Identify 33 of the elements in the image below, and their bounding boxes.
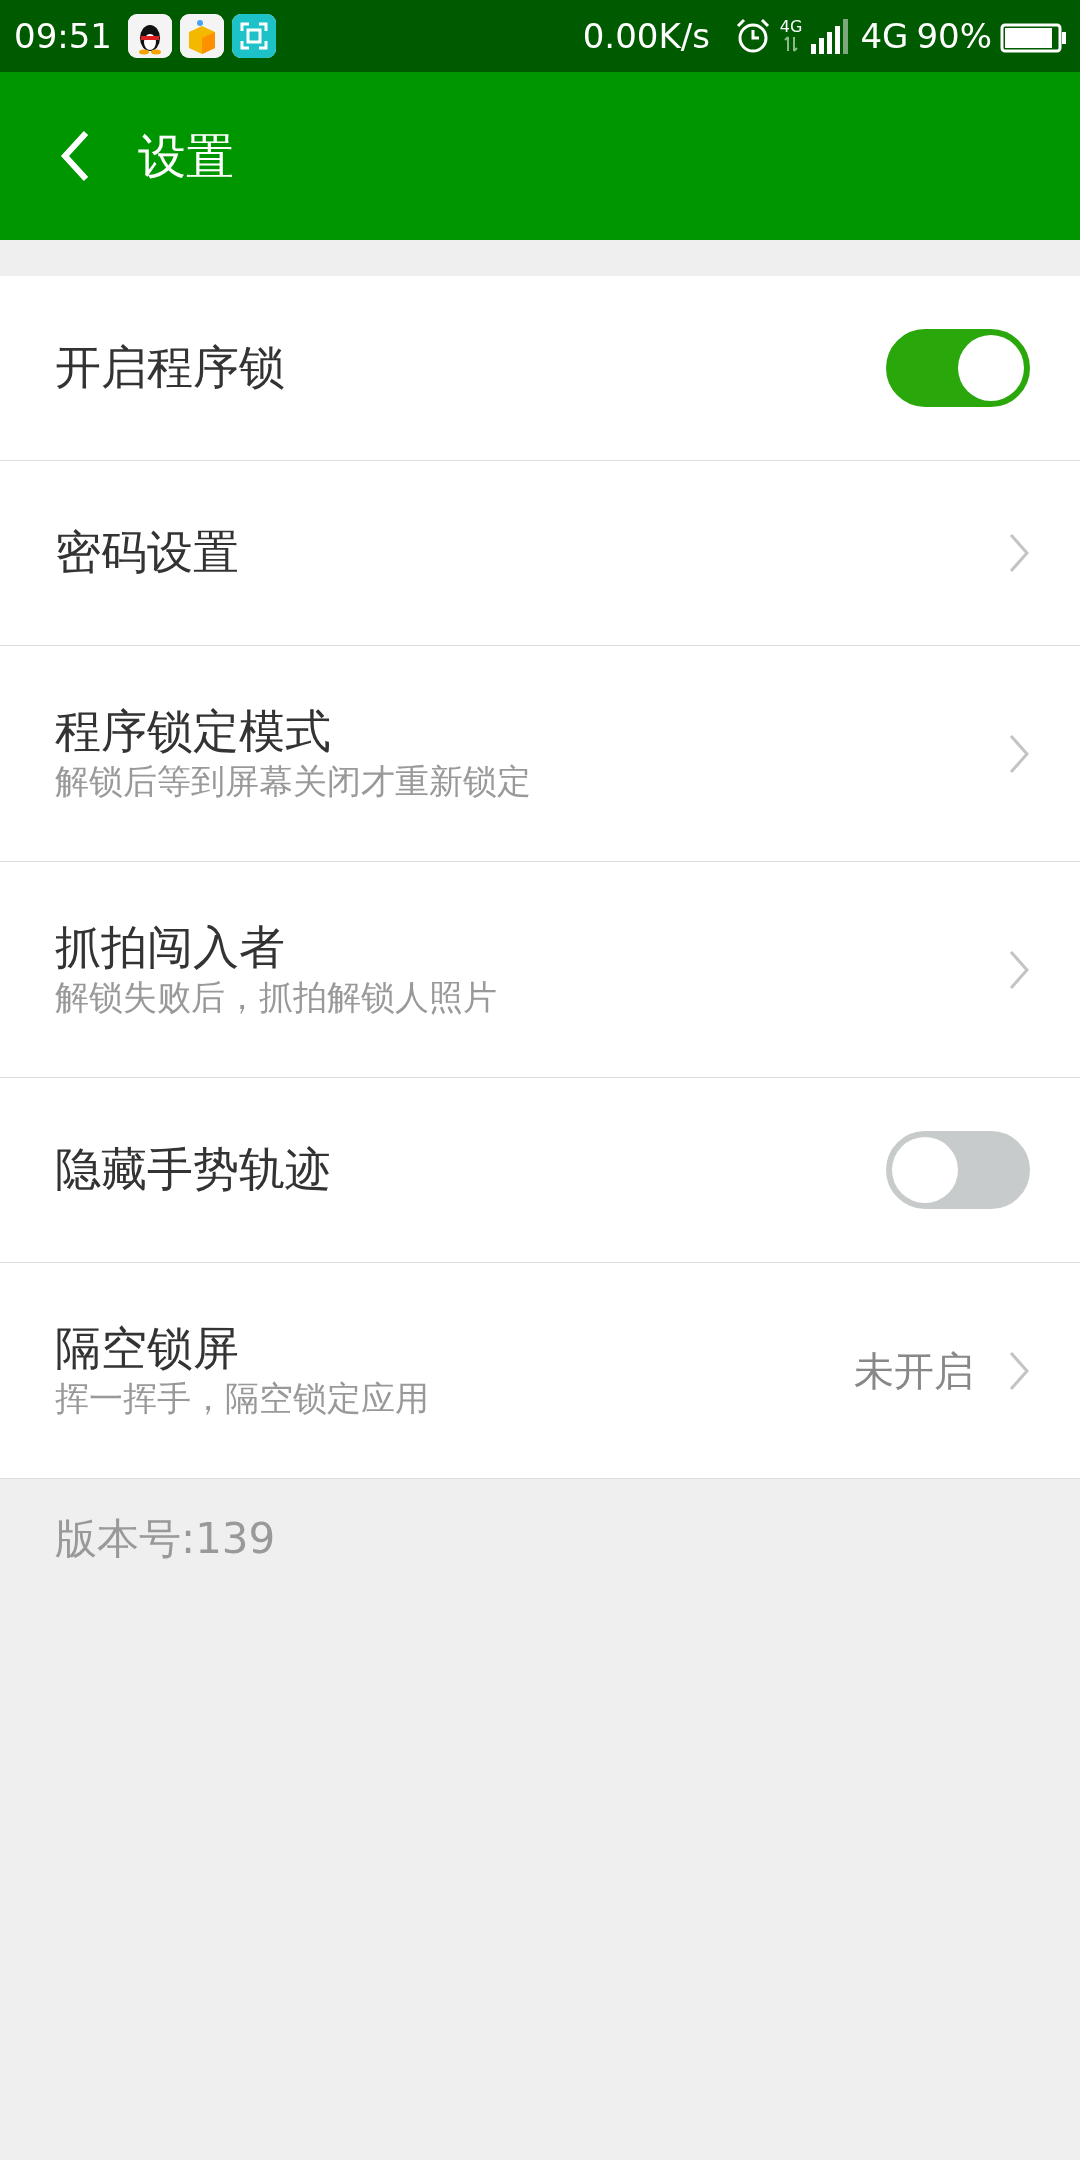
setting-title: 程序锁定模式	[55, 703, 332, 759]
settings-row[interactable]: 开启程序锁	[0, 276, 1080, 461]
setting-title: 抓拍闯入者	[55, 919, 286, 975]
settings-row[interactable]: 隐藏手势轨迹	[0, 1078, 1080, 1263]
setting-description: 解锁失败后，抓拍解锁人照片	[55, 976, 498, 1019]
gift-box-icon	[180, 14, 224, 58]
setting-description: 挥一挥手，隔空锁定应用	[55, 1377, 430, 1420]
setting-title: 密码设置	[55, 525, 240, 581]
data-arrows-icon	[784, 35, 799, 53]
setting-value: 未开启	[854, 1346, 974, 1396]
setting-description: 解锁后等到屏幕关闭才重新锁定	[55, 760, 532, 803]
battery-icon	[1000, 23, 1066, 53]
setting-title: 隐藏手势轨迹	[55, 1142, 332, 1198]
battery-percent-text: 90%	[916, 14, 992, 58]
settings-row[interactable]: 密码设置	[0, 461, 1080, 646]
settings-row[interactable]: 隔空锁屏 挥一挥手，隔空锁定应用 未开启	[0, 1263, 1080, 1479]
scan-icon	[232, 14, 276, 58]
toolbar-title: 设置	[138, 127, 234, 186]
network-speed-text: 0.00K/s	[582, 14, 710, 58]
settings-row[interactable]: 抓拍闯入者 解锁失败后，抓拍解锁人照片	[0, 862, 1080, 1078]
chevron-right-icon	[1008, 948, 1030, 991]
version-text: 版本号:139	[54, 1513, 277, 1565]
penguin-icon	[128, 14, 172, 58]
back-icon[interactable]	[60, 130, 90, 182]
chevron-right-icon	[1008, 732, 1030, 775]
network-type-text: 4G	[860, 14, 909, 58]
network-type-text: 4G	[779, 19, 803, 35]
setting-title: 开启程序锁	[55, 340, 286, 396]
chevron-right-icon	[1008, 1349, 1030, 1392]
setting-title: 隔空锁屏	[55, 1320, 240, 1376]
settings-row[interactable]: 程序锁定模式 解锁后等到屏幕关闭才重新锁定	[0, 646, 1080, 862]
clock-text: 09:51	[14, 14, 112, 58]
chevron-right-icon	[1008, 532, 1030, 574]
